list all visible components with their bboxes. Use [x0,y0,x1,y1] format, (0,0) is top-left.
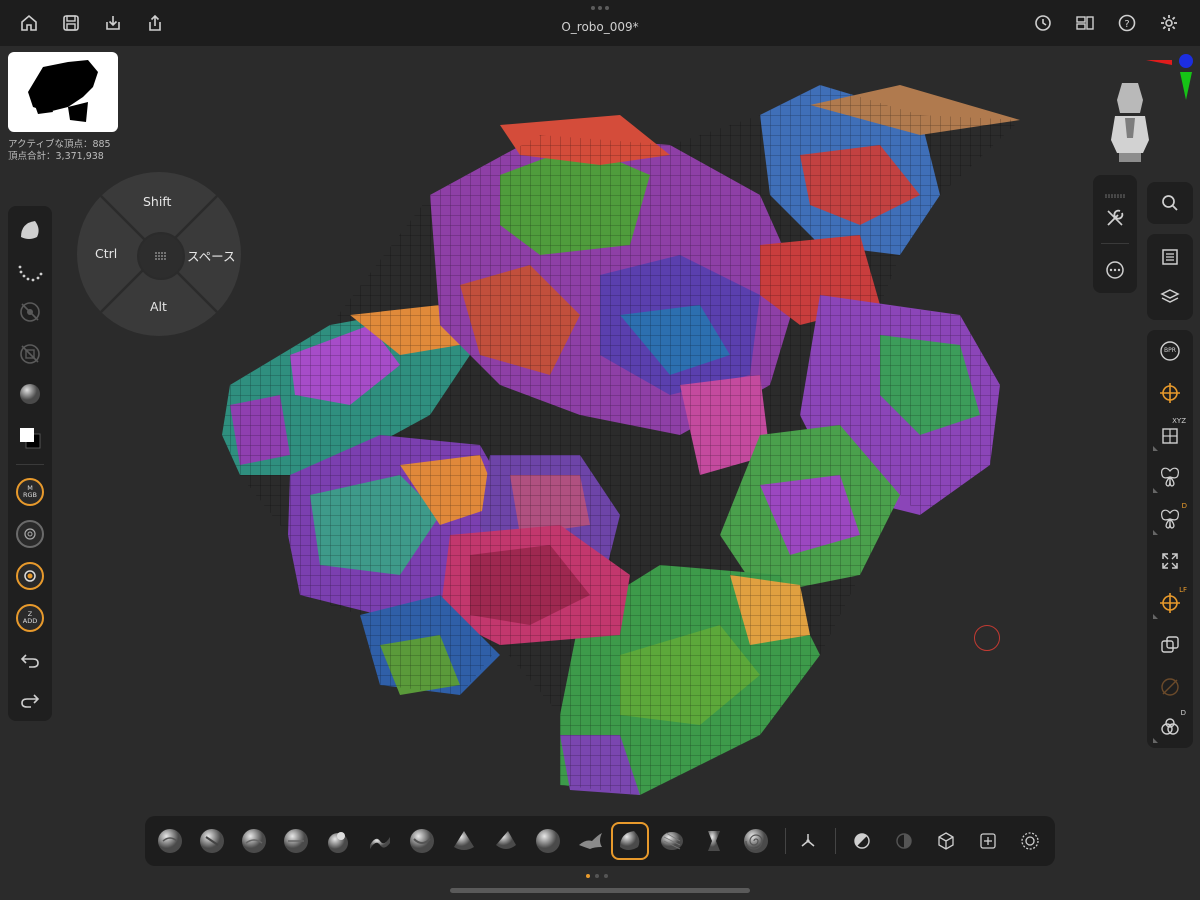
zadd-button[interactable]: Z ADD [10,600,50,636]
dam-standard-brush[interactable] [193,822,231,860]
layers-icon[interactable] [1150,278,1190,316]
search-icon[interactable] [1150,184,1190,222]
ctrl-key[interactable]: Ctrl [95,246,117,261]
document-list-icon[interactable] [1150,238,1190,276]
space-key[interactable]: スペース [187,246,236,265]
divider [785,828,786,854]
grid-dots-icon[interactable] [137,232,185,280]
divider [16,464,44,465]
rgb-mode-label: RGB [22,491,37,499]
knife-brush[interactable] [695,822,733,860]
total-vertices-label: 頂点合計：3,371,938 [8,151,104,162]
disabled-alpha-icon[interactable] [10,294,50,330]
svg-text:?: ? [1124,19,1129,30]
floor-grid-icon[interactable] [1150,374,1190,412]
panel-grip[interactable] [1105,183,1125,198]
fit-view-icon[interactable] [1150,542,1190,580]
bpr-render-button[interactable]: BPR [1150,332,1190,370]
gizmo-axes-icon[interactable] [789,822,827,860]
snakehook-brush[interactable] [361,822,399,860]
modifier-key-pad: Shift Ctrl スペース Alt [77,172,241,336]
selected-brush[interactable] [611,822,649,860]
share-icon[interactable] [140,8,170,38]
bpr-label: BPR [1164,347,1176,354]
xyz-tag: XYZ [1172,417,1186,425]
rgb-mode-button[interactable]: M RGB [10,474,50,510]
navigation-figure[interactable] [1105,78,1155,163]
drag-handle[interactable] [590,6,610,10]
layout-icon[interactable] [1070,8,1100,38]
frame-center-icon[interactable] [969,822,1007,860]
material-sphere-icon[interactable] [10,376,50,412]
document-title[interactable]: O_robo_009* [450,20,750,34]
solo-tag: D [1180,709,1186,717]
stroke-brush[interactable] [571,822,609,860]
solo-spheres-icon[interactable]: D [1150,708,1190,746]
search-panel [1147,182,1193,224]
lf-tag: LF [1179,586,1187,594]
brush-shelf [145,816,1055,866]
home-indicator[interactable] [450,888,750,893]
home-icon[interactable] [14,8,44,38]
top-bar: O_robo_009* ? [0,0,1200,46]
disabled-polyframe-icon[interactable] [1150,668,1190,706]
symmetry-butterfly-icon[interactable] [1150,458,1190,496]
gear-icon[interactable] [1154,8,1184,38]
history-icon[interactable] [1028,8,1058,38]
mesh-stats: アクティブな頂点：885 頂点合計：3,371,938 [8,139,111,163]
help-icon[interactable]: ? [1112,8,1142,38]
cube-icon[interactable] [927,822,965,860]
tools-icon[interactable] [1095,199,1135,237]
pinch-brush[interactable] [403,822,441,860]
local-symmetry-icon[interactable]: XYZ [1150,416,1190,454]
dotted-circle-icon[interactable] [1011,822,1049,860]
3d-model-viewport[interactable] [200,55,1060,815]
more-options-icon[interactable] [1095,251,1135,289]
divider [835,828,836,854]
smooth-brush[interactable] [529,822,567,860]
model-thumbnail[interactable] [8,52,118,132]
redo-icon[interactable] [10,682,50,718]
save-icon[interactable] [56,8,86,38]
zadd-label: ADD [22,617,38,625]
disabled-texture-icon[interactable] [10,336,50,372]
quick-tools-panel [1093,175,1137,293]
dynamic-symmetry-icon[interactable]: D [1150,500,1190,538]
brush-preview-icon[interactable] [10,212,50,248]
page-indicator [586,874,608,878]
divider [1101,243,1129,244]
transform-gizmo-icon[interactable]: LF [1150,584,1190,622]
robot-mesh [222,85,1020,795]
shift-key[interactable]: Shift [143,194,171,209]
inflate-brush[interactable] [319,822,357,860]
draw-size-button[interactable] [10,558,50,594]
hpolish-brush[interactable] [487,822,525,860]
clay-buildup-brush[interactable] [151,822,189,860]
brush-cursor [974,625,1000,651]
trim-dynamic-brush[interactable] [445,822,483,860]
left-toolbar: M RGB Z ADD [8,206,52,721]
half-circle-icon[interactable] [843,822,881,860]
transparency-icon[interactable] [1150,626,1190,664]
disabled-shade-icon[interactable] [885,822,923,860]
color-swatch-icon[interactable] [10,420,50,456]
dynamic-tag: D [1181,502,1187,510]
document-panel [1147,234,1193,320]
move-brush[interactable] [277,822,315,860]
active-vertices-label: アクティブな頂点：885 [8,139,111,150]
import-icon[interactable] [98,8,128,38]
spiral-brush[interactable] [737,822,775,860]
intensity-button[interactable] [10,516,50,552]
undo-icon[interactable] [10,642,50,678]
standard-brush[interactable] [235,822,273,860]
stroke-dots-icon[interactable] [10,254,50,290]
right-toolbar: BPR XYZ D LF D [1147,330,1193,748]
curve-brush[interactable] [653,822,691,860]
alt-key[interactable]: Alt [150,299,167,314]
